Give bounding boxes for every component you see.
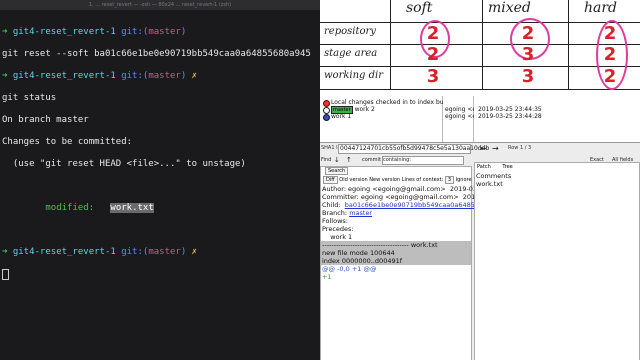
files-pane[interactable]: Patch Tree Comments work.txt: [474, 162, 640, 360]
file-item-work[interactable]: work.txt: [475, 180, 639, 188]
branch-link[interactable]: master: [349, 209, 372, 217]
diff-file-header: ------------------------------------- wo…: [321, 241, 471, 249]
cell-stage-soft: 2: [426, 44, 440, 65]
terminal-cursor: [2, 269, 9, 280]
cell-working-mixed: 3: [521, 66, 535, 87]
new-version-radio[interactable]: New version: [369, 177, 400, 183]
terminal-window[interactable]: 1. ... reset_revert — -zsh — 80x24 ... r…: [0, 0, 320, 360]
output-line: Changes to be committed:: [2, 137, 133, 147]
branch-line: Branch: master: [322, 209, 373, 217]
prompt-line: ➜ git4-reset_revert-1 git:(master) ✗: [2, 247, 198, 257]
date-pane[interactable]: 2019-03-25 23:44:35 2019-03-25 23:44:28: [474, 96, 640, 142]
header-mixed: mixed: [488, 0, 531, 16]
command-line: git status: [2, 93, 57, 103]
child-link[interactable]: ba01c66e1be0e90719bb549caa0a64855680: [345, 201, 492, 209]
diff-index-line: index 0000000..d00491f: [321, 257, 471, 265]
row-label-stage: stage area: [324, 48, 378, 59]
diff-radio[interactable]: Diff: [323, 176, 338, 184]
cell-repository-mixed: 2: [521, 23, 535, 44]
back-arrow-icon[interactable]: ←: [480, 143, 487, 154]
cell-repository-hard: 2: [603, 23, 617, 44]
ignore-checkbox[interactable]: Ignore: [456, 177, 472, 183]
context-spinner[interactable]: 3: [444, 176, 455, 184]
right-panel: soft mixed hard repository stage area wo…: [320, 0, 640, 360]
header-soft: soft: [406, 0, 433, 16]
row-label-repository: repository: [324, 26, 376, 37]
find-input[interactable]: containing:: [382, 156, 464, 165]
diff-mode-line: new file mode 100644: [321, 249, 471, 257]
prompt-line: ➜ git4-reset_revert-1 git:(master): [2, 27, 187, 37]
commit-list[interactable]: Local changes checked in to index but no…: [320, 96, 640, 143]
commit-dot: [323, 114, 330, 121]
handwritten-table: soft mixed hard repository stage area wo…: [320, 0, 640, 94]
diff-hunk: @@ -0,0 +1 @@: [322, 265, 377, 273]
cell-working-soft: 3: [426, 66, 440, 87]
header-hard: hard: [584, 0, 618, 16]
terminal-titlebar: 1. ... reset_revert — -zsh — 80x24 ... r…: [0, 0, 320, 10]
author-pane[interactable]: egoing <e egoing <e: [443, 96, 476, 142]
commit-graph-pane[interactable]: Local changes checked in to index but no…: [320, 96, 458, 142]
commit-row[interactable]: work 1: [331, 113, 351, 120]
old-version-radio[interactable]: Old version: [339, 177, 367, 183]
diff-added-line: +1: [322, 273, 332, 281]
find-mode-select[interactable]: commit: [362, 155, 381, 165]
up-arrow-icon[interactable]: ↑: [346, 155, 352, 165]
output-line: On branch master: [2, 115, 89, 125]
down-arrow-icon[interactable]: ↓: [334, 155, 340, 165]
terminal-output[interactable]: ➜ git4-reset_revert-1 git:(master) git r…: [0, 10, 320, 302]
commit-dot: [323, 107, 330, 114]
file-item-comments[interactable]: Comments: [475, 172, 639, 180]
sha-input[interactable]: 00447124701cb55ofb5d99478c5e5a130aa10ddb: [338, 144, 489, 154]
child-line: Child: ba01c66e1be0e90719bb549caa0a64855…: [322, 201, 492, 209]
row-label-working: working dir: [324, 70, 384, 81]
commit-dot: [323, 100, 330, 107]
tree-radio[interactable]: Tree: [502, 164, 512, 170]
diff-pane[interactable]: Search Diff Old version New version Line…: [320, 166, 492, 360]
cell-stage-hard: 2: [603, 44, 617, 65]
output-line: (use "git reset HEAD <file>..." to unsta…: [2, 159, 246, 169]
patch-radio[interactable]: Patch: [477, 164, 491, 170]
gitk-window: Local changes checked in to index but no…: [320, 96, 640, 360]
search-button[interactable]: Search: [325, 167, 349, 175]
cell-stage-mixed: 3: [521, 44, 535, 65]
sha-bar: SHA1 ID: 00447124701cb55ofb5d99478c5e5a1…: [321, 143, 532, 154]
cell-repository-soft: 2: [426, 23, 440, 44]
commit-message: work 1: [322, 233, 353, 241]
modified-line: modified: work.txt: [45, 203, 154, 213]
cell-working-hard: 2: [603, 66, 617, 87]
forward-arrow-icon[interactable]: →: [492, 143, 499, 154]
prompt-line: ➜ git4-reset_revert-1 git:(master) ✗: [2, 71, 198, 81]
commit-row[interactable]: Local changes checked in to index but no…: [331, 99, 458, 106]
command-line: git reset --soft ba01c66e1be0e90719bb549…: [2, 49, 311, 59]
